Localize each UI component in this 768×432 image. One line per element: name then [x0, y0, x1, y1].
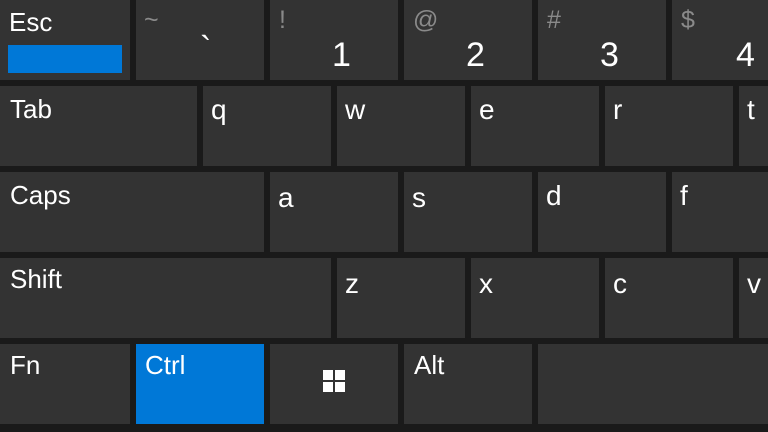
key-3-shift: #: [547, 6, 561, 34]
key-z-label: z: [345, 268, 359, 299]
key-4-shift: $: [681, 6, 695, 34]
key-x[interactable]: x: [471, 258, 599, 338]
key-tab-label: Tab: [10, 94, 52, 124]
key-caps[interactable]: Caps: [0, 172, 264, 252]
key-1-shift: !: [279, 6, 286, 34]
key-4-main: 4: [736, 36, 755, 74]
key-d[interactable]: d: [538, 172, 666, 252]
key-t-label: t: [747, 94, 755, 125]
key-tab[interactable]: Tab: [0, 86, 197, 166]
key-w-label: w: [345, 94, 366, 125]
key-2-main: 2: [466, 36, 485, 74]
key-caps-label: Caps: [10, 180, 71, 210]
windows-logo-icon: [323, 370, 345, 392]
key-f-label: f: [680, 180, 688, 211]
key-shift-label: Shift: [10, 264, 63, 294]
key-esc[interactable]: Esc: [0, 0, 130, 80]
key-2[interactable]: @ 2: [404, 0, 532, 80]
key-backtick-main: `: [200, 30, 212, 68]
key-backtick-shift: ~: [144, 6, 159, 34]
key-a[interactable]: a: [270, 172, 398, 252]
key-v[interactable]: v: [739, 258, 768, 338]
key-c[interactable]: c: [605, 258, 733, 338]
key-4[interactable]: $ 4: [672, 0, 768, 80]
key-alt-label: Alt: [414, 350, 445, 380]
key-alt[interactable]: Alt: [404, 344, 532, 424]
esc-active-bar: [8, 45, 122, 73]
key-t[interactable]: t: [739, 86, 768, 166]
on-screen-keyboard: Esc ~ ` ! 1 @ 2 # 3 $ 4 Tab q w e r t Ca…: [0, 0, 768, 432]
key-ctrl[interactable]: Ctrl: [136, 344, 264, 424]
key-a-label: a: [278, 182, 294, 213]
key-e-label: e: [479, 94, 495, 125]
key-fn[interactable]: Fn: [0, 344, 130, 424]
key-3[interactable]: # 3: [538, 0, 666, 80]
key-z[interactable]: z: [337, 258, 465, 338]
key-x-label: x: [479, 268, 493, 299]
key-s[interactable]: s: [404, 172, 532, 252]
key-q-label: q: [211, 94, 227, 125]
key-space[interactable]: [538, 344, 768, 424]
key-ctrl-label: Ctrl: [145, 350, 186, 380]
key-v-label: v: [747, 268, 761, 299]
key-3-main: 3: [600, 36, 619, 74]
key-shift[interactable]: Shift: [0, 258, 331, 338]
key-backtick[interactable]: ~ `: [136, 0, 264, 80]
key-f[interactable]: f: [672, 172, 768, 252]
key-w[interactable]: w: [337, 86, 465, 166]
key-d-label: d: [546, 180, 562, 211]
key-s-label: s: [412, 182, 426, 213]
key-r[interactable]: r: [605, 86, 733, 166]
key-windows[interactable]: [270, 344, 398, 424]
key-1[interactable]: ! 1: [270, 0, 398, 80]
key-e[interactable]: e: [471, 86, 599, 166]
key-2-shift: @: [413, 6, 439, 34]
key-q[interactable]: q: [203, 86, 331, 166]
key-r-label: r: [613, 94, 623, 125]
key-c-label: c: [613, 268, 627, 299]
key-esc-label: Esc: [9, 7, 53, 37]
key-fn-label: Fn: [10, 350, 41, 380]
key-1-main: 1: [332, 36, 351, 74]
